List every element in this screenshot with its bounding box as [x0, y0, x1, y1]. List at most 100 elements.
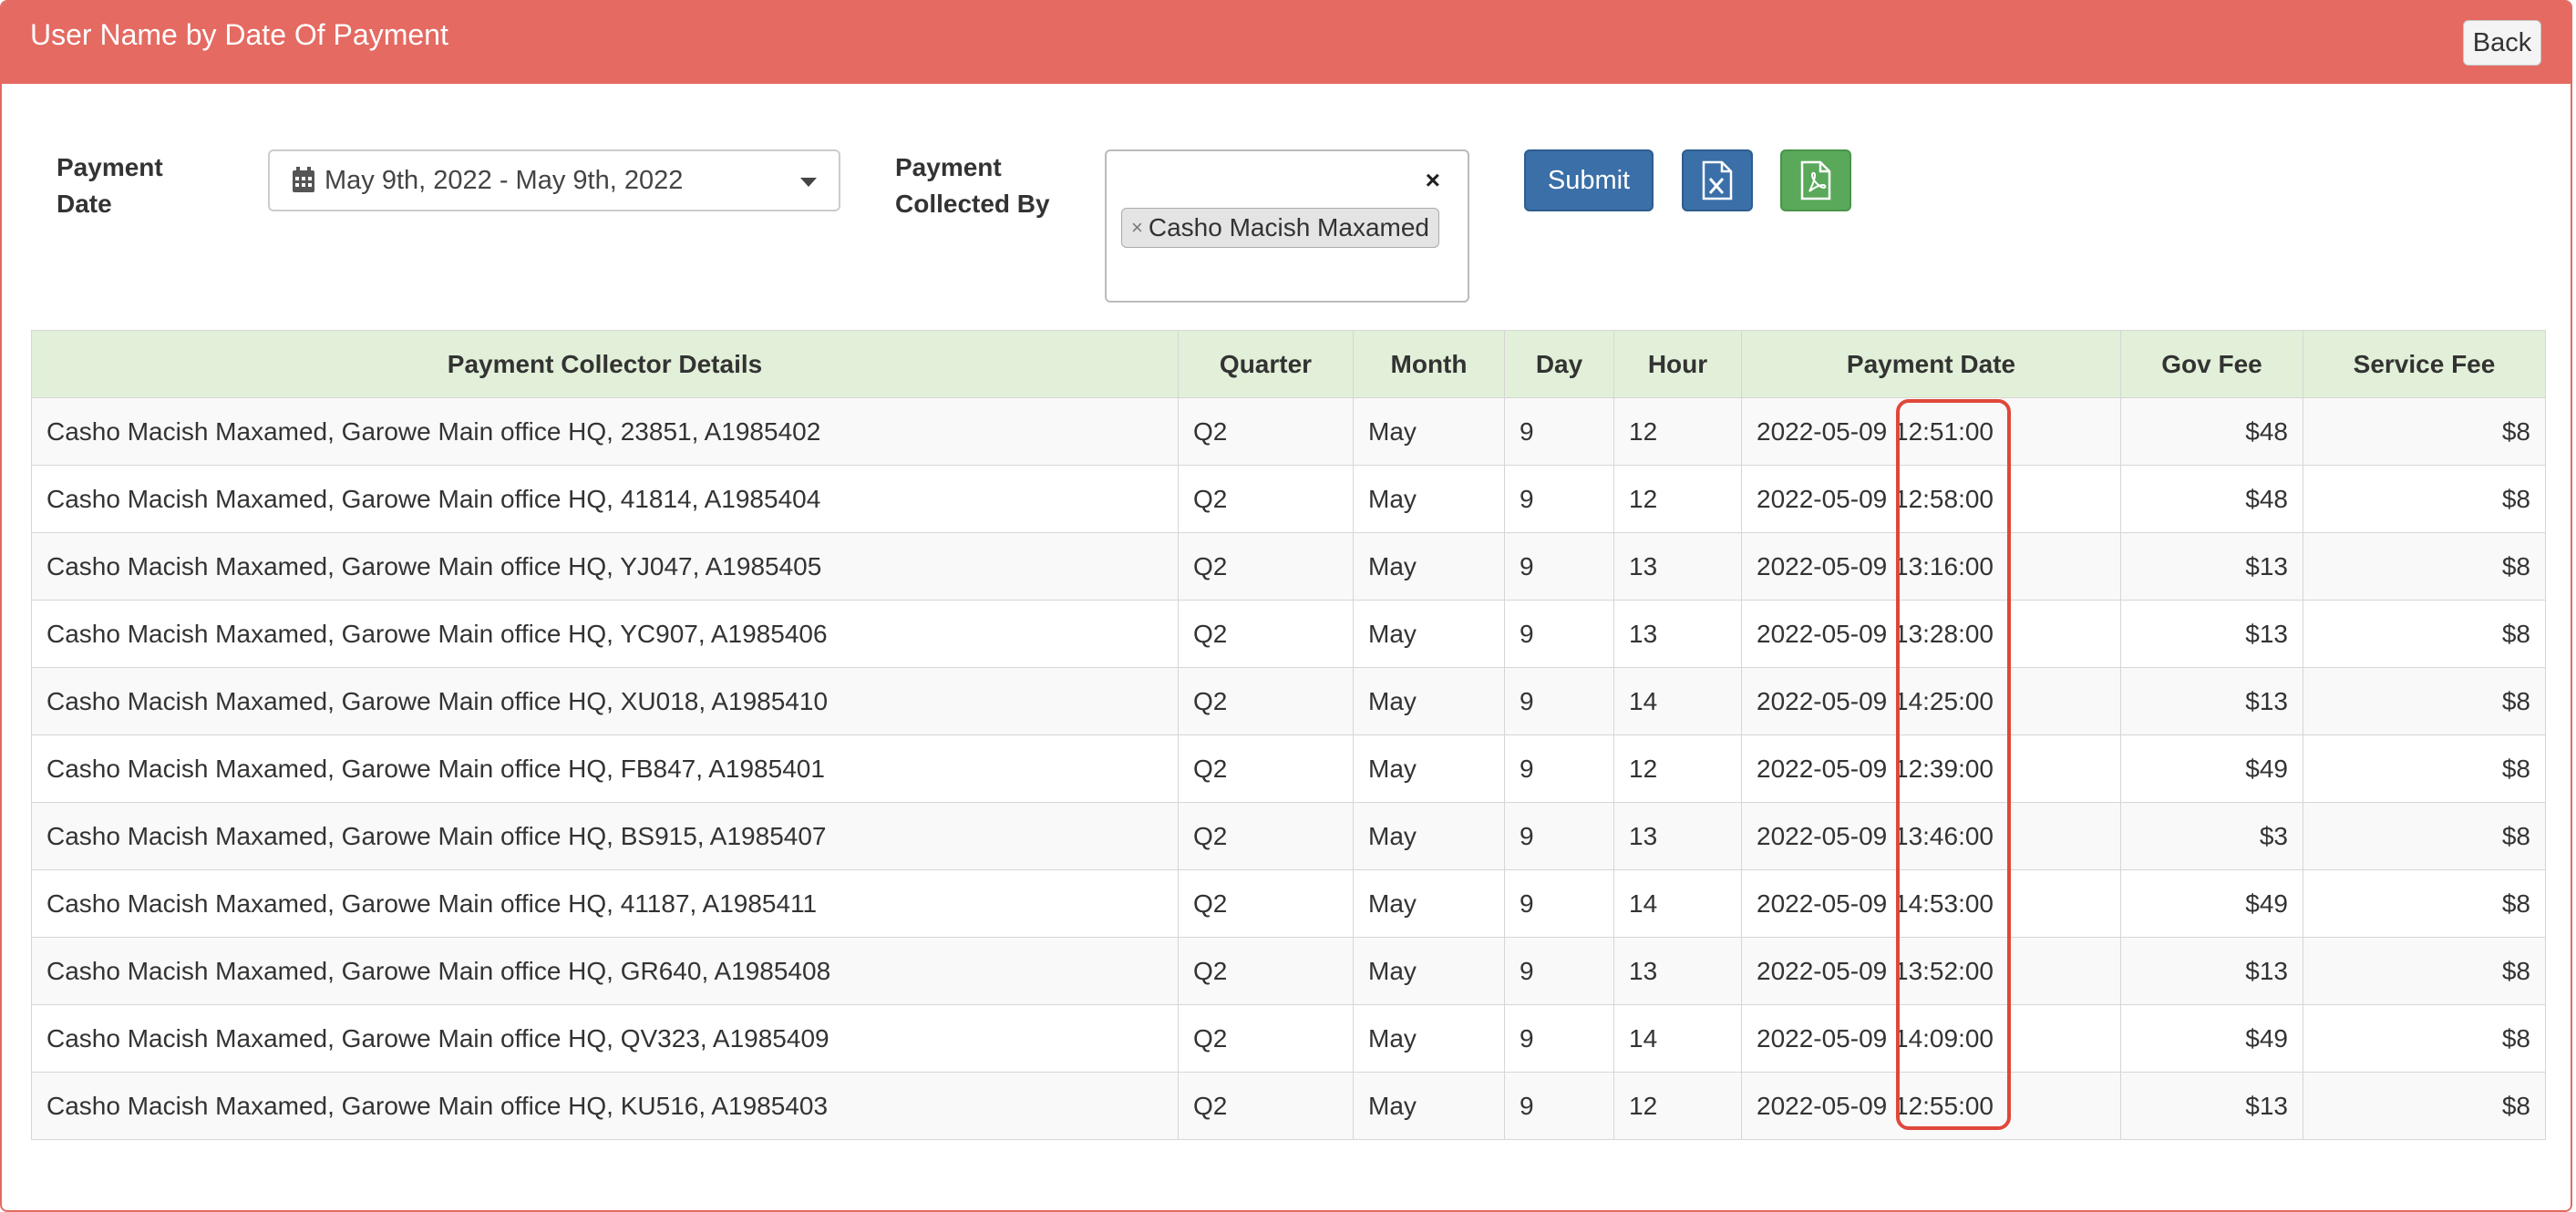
back-button[interactable]: Back — [2463, 20, 2541, 66]
cell-payment-date: 2022-05-09 12:55:00 — [1741, 1072, 2121, 1140]
cell-gov-fee: $13 — [2120, 1072, 2303, 1140]
cell-hour: 13 — [1613, 532, 1742, 601]
cell-hour: 14 — [1613, 1004, 1742, 1073]
cell-payment-date: 2022-05-09 13:46:00 — [1741, 802, 2121, 870]
table-row: Casho Macish Maxamed, Garowe Main office… — [31, 734, 2546, 803]
column-header-month: Month — [1353, 330, 1505, 398]
cell-hour: 13 — [1613, 937, 1742, 1005]
submit-button[interactable]: Submit — [1524, 149, 1654, 211]
date-range-picker[interactable]: May 9th, 2022 - May 9th, 2022 — [268, 149, 840, 211]
selected-collector-tag: × Casho Macish Maxamed — [1121, 208, 1439, 248]
table-row: Casho Macish Maxamed, Garowe Main office… — [31, 600, 2546, 668]
cell-quarter: Q2 — [1178, 1072, 1354, 1140]
date-range-value: May 9th, 2022 - May 9th, 2022 — [325, 166, 684, 195]
column-header-day: Day — [1504, 330, 1614, 398]
cell-quarter: Q2 — [1178, 1004, 1354, 1073]
cell-day: 9 — [1504, 1072, 1614, 1140]
cell-day: 9 — [1504, 667, 1614, 735]
cell-collector-details: Casho Macish Maxamed, Garowe Main office… — [31, 1072, 1179, 1140]
cell-gov-fee: $49 — [2120, 734, 2303, 803]
table-row: Casho Macish Maxamed, Garowe Main office… — [31, 869, 2546, 938]
chevron-down-icon[interactable] — [800, 178, 817, 187]
excel-file-icon — [1702, 160, 1733, 200]
cell-service-fee: $8 — [2303, 937, 2546, 1005]
cell-service-fee: $8 — [2303, 1004, 2546, 1073]
cell-payment-date: 2022-05-09 13:28:00 — [1741, 600, 2121, 668]
table-row: Casho Macish Maxamed, Garowe Main office… — [31, 532, 2546, 601]
cell-month: May — [1353, 734, 1505, 803]
cell-day: 9 — [1504, 397, 1614, 466]
cell-day: 9 — [1504, 532, 1614, 601]
cell-quarter: Q2 — [1178, 465, 1354, 533]
cell-collector-details: Casho Macish Maxamed, Garowe Main office… — [31, 802, 1179, 870]
cell-month: May — [1353, 869, 1505, 938]
selected-collector-name: Casho Macish Maxamed — [1148, 213, 1429, 241]
cell-day: 9 — [1504, 734, 1614, 803]
cell-payment-date: 2022-05-09 13:52:00 — [1741, 937, 2121, 1005]
cell-service-fee: $8 — [2303, 600, 2546, 668]
page-title: User Name by Date Of Payment — [30, 18, 448, 51]
collector-multiselect[interactable]: × × Casho Macish Maxamed — [1105, 149, 1469, 303]
table-header-row: Payment Collector Details Quarter Month Day… — [31, 330, 2546, 398]
cell-payment-date: 2022-05-09 14:53:00 — [1741, 869, 2121, 938]
cell-collector-details: Casho Macish Maxamed, Garowe Main office… — [31, 532, 1179, 601]
table-row: Casho Macish Maxamed, Garowe Main office… — [31, 397, 2546, 466]
cell-month: May — [1353, 600, 1505, 668]
cell-hour: 12 — [1613, 465, 1742, 533]
column-header-service-fee: Service Fee — [2303, 330, 2546, 398]
cell-collector-details: Casho Macish Maxamed, Garowe Main office… — [31, 869, 1179, 938]
table-row: Casho Macish Maxamed, Garowe Main office… — [31, 937, 2546, 1005]
table-row: Casho Macish Maxamed, Garowe Main office… — [31, 802, 2546, 870]
cell-month: May — [1353, 1004, 1505, 1073]
cell-month: May — [1353, 532, 1505, 601]
collected-by-label: Payment Collected By — [895, 149, 1068, 222]
cell-service-fee: $8 — [2303, 1072, 2546, 1140]
cell-payment-date: 2022-05-09 14:09:00 — [1741, 1004, 2121, 1073]
clear-all-icon[interactable]: × — [1426, 166, 1440, 195]
remove-tag-icon[interactable]: × — [1131, 216, 1143, 240]
cell-month: May — [1353, 397, 1505, 466]
cell-month: May — [1353, 465, 1505, 533]
cell-payment-date: 2022-05-09 12:39:00 — [1741, 734, 2121, 803]
cell-service-fee: $8 — [2303, 869, 2546, 938]
cell-month: May — [1353, 802, 1505, 870]
cell-hour: 13 — [1613, 600, 1742, 668]
cell-quarter: Q2 — [1178, 532, 1354, 601]
cell-day: 9 — [1504, 802, 1614, 870]
cell-quarter: Q2 — [1178, 802, 1354, 870]
cell-collector-details: Casho Macish Maxamed, Garowe Main office… — [31, 1004, 1179, 1073]
cell-gov-fee: $3 — [2120, 802, 2303, 870]
cell-service-fee: $8 — [2303, 532, 2546, 601]
cell-hour: 12 — [1613, 734, 1742, 803]
table-row: Casho Macish Maxamed, Garowe Main office… — [31, 667, 2546, 735]
cell-collector-details: Casho Macish Maxamed, Garowe Main office… — [31, 937, 1179, 1005]
cell-day: 9 — [1504, 1004, 1614, 1073]
cell-collector-details: Casho Macish Maxamed, Garowe Main office… — [31, 600, 1179, 668]
cell-gov-fee: $49 — [2120, 869, 2303, 938]
cell-payment-date: 2022-05-09 13:16:00 — [1741, 532, 2121, 601]
cell-hour: 14 — [1613, 869, 1742, 938]
cell-quarter: Q2 — [1178, 397, 1354, 466]
cell-collector-details: Casho Macish Maxamed, Garowe Main office… — [31, 667, 1179, 735]
cell-service-fee: $8 — [2303, 465, 2546, 533]
column-header-collector-details: Payment Collector Details — [31, 330, 1179, 398]
pdf-file-icon — [1800, 160, 1831, 200]
cell-payment-date: 2022-05-09 14:25:00 — [1741, 667, 2121, 735]
payment-date-label: Payment Date — [57, 149, 184, 222]
panel-header: User Name by Date Of Payment Back — [2, 2, 2571, 84]
cell-day: 9 — [1504, 465, 1614, 533]
cell-month: May — [1353, 667, 1505, 735]
export-pdf-button[interactable] — [1780, 149, 1851, 211]
cell-hour: 14 — [1613, 667, 1742, 735]
cell-service-fee: $8 — [2303, 667, 2546, 735]
cell-quarter: Q2 — [1178, 937, 1354, 1005]
cell-collector-details: Casho Macish Maxamed, Garowe Main office… — [31, 465, 1179, 533]
report-panel: User Name by Date Of Payment Back Paymen… — [0, 0, 2572, 1212]
cell-gov-fee: $13 — [2120, 937, 2303, 1005]
column-header-gov-fee: Gov Fee — [2120, 330, 2303, 398]
table-row: Casho Macish Maxamed, Garowe Main office… — [31, 1004, 2546, 1073]
cell-service-fee: $8 — [2303, 802, 2546, 870]
export-excel-button[interactable] — [1682, 149, 1753, 211]
cell-hour: 12 — [1613, 1072, 1742, 1140]
cell-gov-fee: $48 — [2120, 397, 2303, 466]
